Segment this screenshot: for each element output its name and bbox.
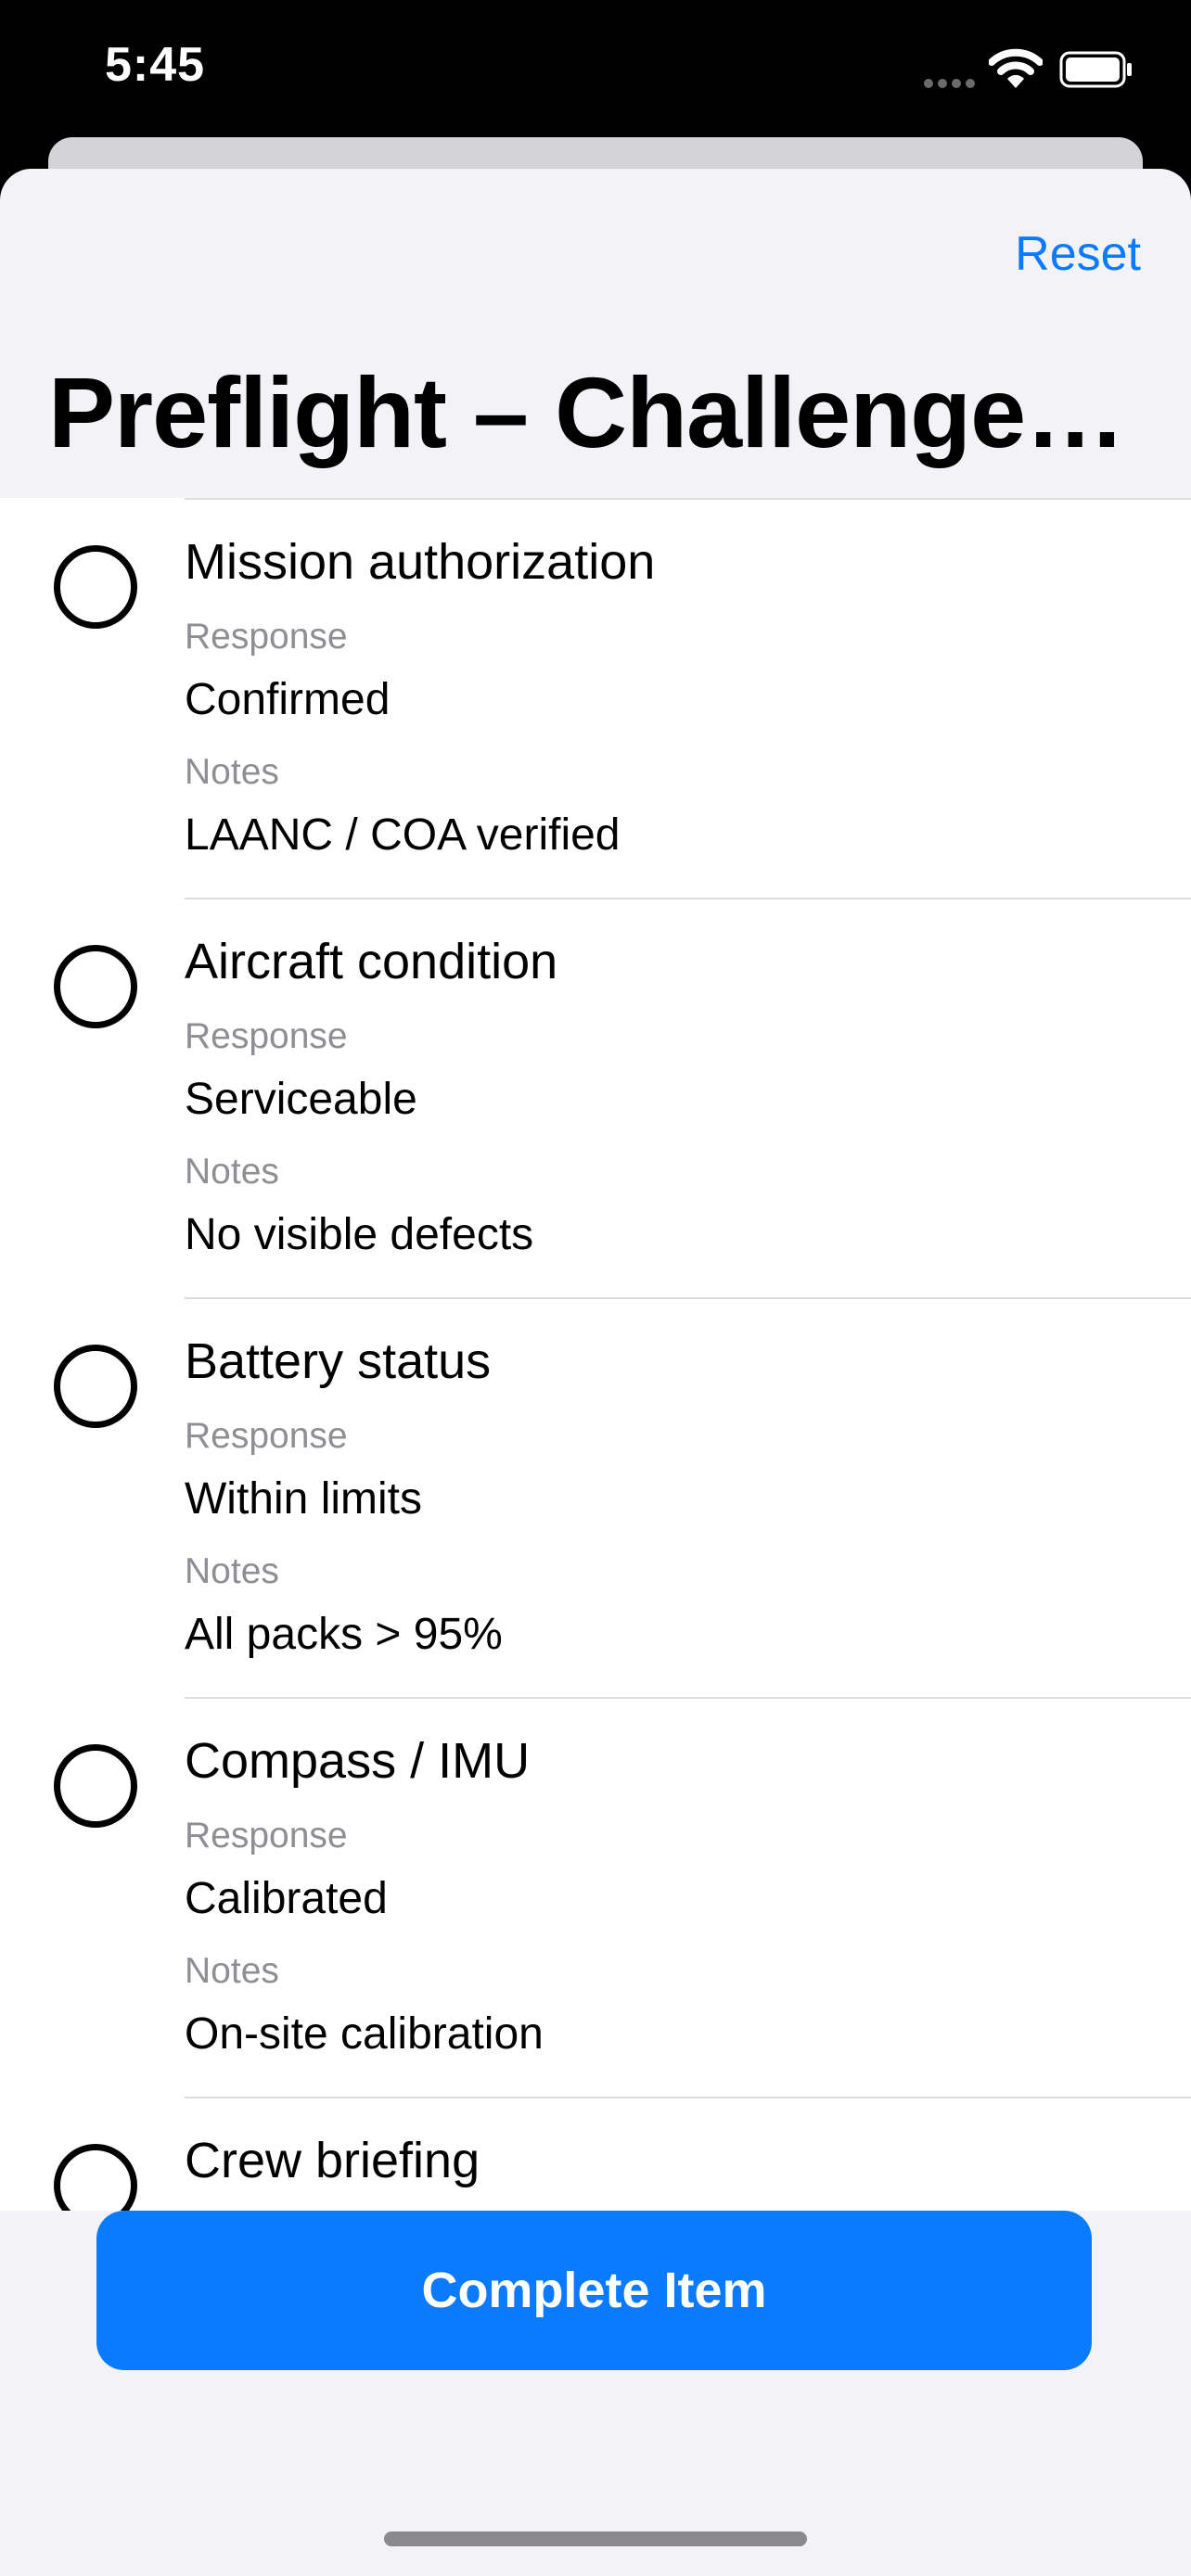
notes-value: All packs > 95% — [185, 1610, 503, 1659]
cellular-signal-icon — [924, 79, 976, 88]
item-title: Compass / IMU — [185, 1733, 531, 1789]
item-title: Battery status — [185, 1333, 492, 1389]
reset-button[interactable]: Reset — [1015, 226, 1141, 282]
notes-label: Notes — [185, 1152, 279, 1192]
page-title: Preflight – Challenge… — [48, 356, 1125, 468]
list-item[interactable]: Mission authorization Response Confirmed… — [0, 498, 1191, 898]
checkbox-circle-icon[interactable] — [54, 2144, 137, 2211]
response-label: Response — [185, 1416, 348, 1456]
notes-label: Notes — [185, 1951, 279, 1991]
row-divider — [185, 498, 1191, 500]
response-label: Response — [185, 1816, 348, 1855]
list-item[interactable]: Aircraft condition Response Serviceable … — [0, 898, 1191, 1297]
battery-icon — [1059, 51, 1132, 88]
checkbox-circle-icon[interactable] — [54, 945, 137, 1028]
item-title: Crew briefing — [185, 2133, 480, 2188]
list-item[interactable]: Compass / IMU Response Calibrated Notes … — [0, 1697, 1191, 2097]
notes-value: No visible defects — [185, 1210, 534, 1259]
checkbox-circle-icon[interactable] — [54, 1744, 137, 1828]
response-value: Confirmed — [185, 675, 391, 724]
list-item[interactable]: Battery status Response Within limits No… — [0, 1297, 1191, 1697]
response-label: Response — [185, 1016, 348, 1056]
row-divider — [185, 1697, 1191, 1699]
notes-label: Notes — [185, 1551, 279, 1591]
checklist-list: Mission authorization Response Confirmed… — [0, 498, 1191, 2211]
notes-label: Notes — [185, 752, 279, 792]
item-title: Mission authorization — [185, 534, 656, 590]
row-divider — [185, 2097, 1191, 2098]
row-divider — [185, 898, 1191, 899]
row-divider — [185, 1297, 1191, 1299]
status-time: 5:45 — [105, 38, 206, 92]
notes-value: On-site calibration — [185, 2009, 544, 2059]
response-label: Response — [185, 617, 348, 657]
response-value: Serviceable — [185, 1075, 417, 1124]
response-value: Within limits — [185, 1474, 423, 1524]
wifi-icon — [989, 48, 1043, 88]
checklist-sheet: Reset Preflight – Challenge… Mission aut… — [0, 169, 1191, 2576]
response-value: Calibrated — [185, 1874, 388, 1923]
item-title: Aircraft condition — [185, 934, 558, 989]
list-item[interactable]: Crew briefing — [0, 2097, 1191, 2211]
complete-item-button[interactable]: Complete Item — [96, 2211, 1092, 2370]
checkbox-circle-icon[interactable] — [54, 545, 137, 629]
status-bar: 5:45 — [0, 0, 1191, 139]
home-indicator[interactable] — [384, 2531, 807, 2546]
checkbox-circle-icon[interactable] — [54, 1345, 137, 1428]
notes-value: LAANC / COA verified — [185, 810, 621, 860]
